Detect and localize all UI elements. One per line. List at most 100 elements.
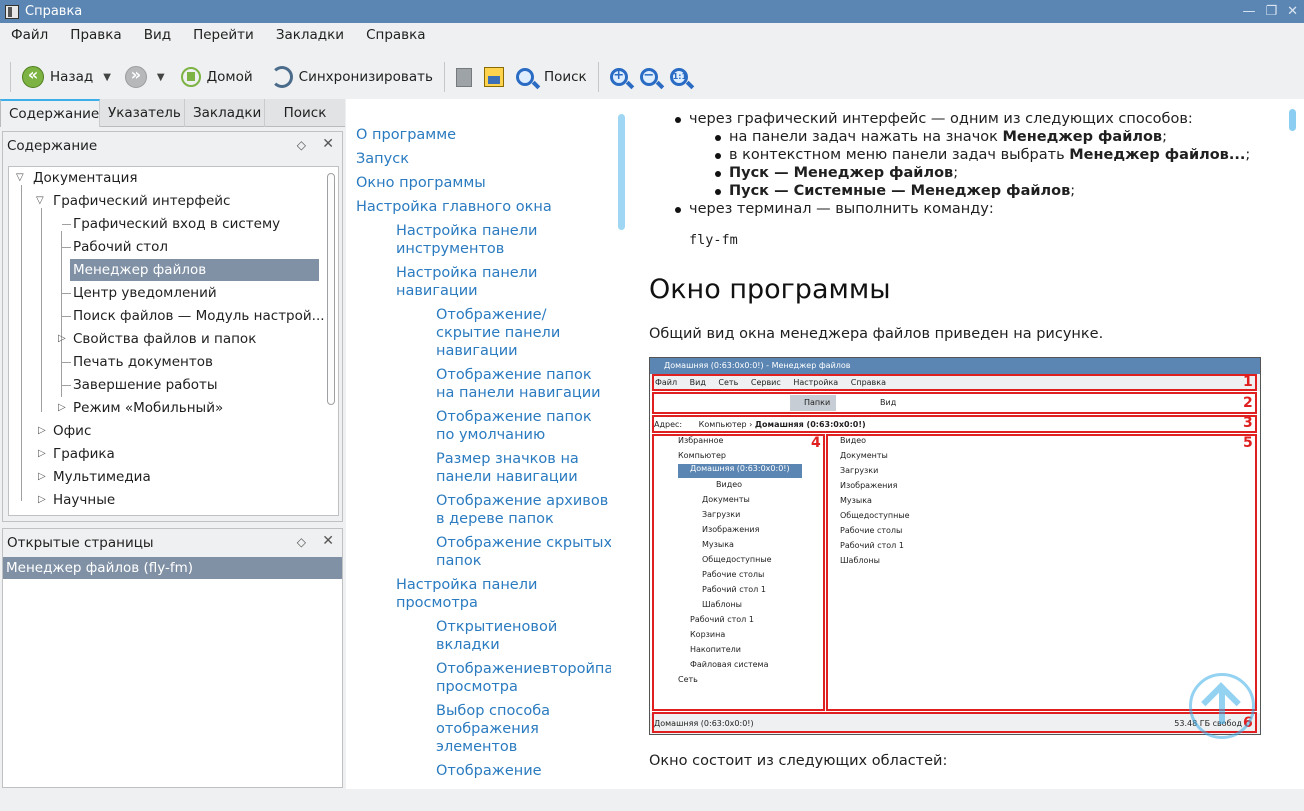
toc-link[interactable]: просмотра [436,678,518,696]
open-page-item[interactable]: Менеджер файлов (fly-fm) [3,557,342,579]
toc-link[interactable]: Отображение скрытых [436,534,611,552]
toc-link[interactable]: Настройка панели [396,222,537,240]
toc-link[interactable]: элементов [436,738,517,756]
contents-tree: ▽ Документация ▽ Графический интерфейс Г… [8,166,339,516]
back-button[interactable]: Назад [16,61,99,93]
toc-link[interactable]: Размер значков на [436,450,579,468]
tree-item-printing[interactable]: Печать документов [73,351,213,373]
toc-link[interactable]: Отображение архивов [436,492,608,510]
float-icon[interactable]: ◇ [297,138,306,152]
zoom-reset-button[interactable]: 1:1 [664,61,694,93]
toc-link[interactable]: Отображение [436,762,542,780]
tab-contents[interactable]: Содержание [0,99,100,127]
tree-scrollbar[interactable] [327,173,335,405]
toc-link[interactable]: Настройка главного окна [356,198,552,216]
menu-go[interactable]: Перейти [182,27,265,51]
toc-link[interactable]: панели навигации [436,468,578,486]
toc-link[interactable]: инструментов [396,240,504,258]
close-panel-icon[interactable]: ✕ [322,533,334,549]
forward-dropdown-icon[interactable]: ▼ [157,72,165,83]
toc-scrollbar[interactable] [611,99,637,789]
menu-help[interactable]: Справка [355,27,436,51]
document-icon [455,67,472,87]
toc-link[interactable]: отображения [436,720,539,738]
toc-link[interactable]: просмотра [396,594,478,612]
maximize-icon[interactable]: ❐ [1265,4,1277,19]
toc-link[interactable]: О программе [356,126,456,144]
title-bar: Справка — ❐ ✕ [0,0,1304,23]
sync-icon [270,66,293,88]
toc-link[interactable]: в дереве папок [436,510,554,528]
toc-link[interactable]: Выбор способа [436,702,550,720]
area-1 [652,374,1257,391]
toc-link[interactable]: Настройка панели [396,576,537,594]
search-button[interactable]: Поиск [510,61,593,93]
toc-link[interactable]: Отображениевторойпан [436,660,611,678]
toc-link[interactable]: на панели навигации [436,384,601,402]
tree-item-graphics[interactable]: Графика [53,443,115,465]
tab-bookmarks[interactable]: Закладки [185,99,265,127]
back-icon [22,65,44,88]
menu-bar: Файл Правка Вид Перейти Закладки Справка [0,27,437,51]
contents-panel: Содержание ◇ ✕ ▽ Документация ▽ Графичес… [2,131,343,522]
zoom-out-icon: − [639,68,658,86]
back-dropdown-icon[interactable]: ▼ [103,72,111,83]
forward-button[interactable] [119,61,153,93]
toc-link[interactable]: навигации [396,282,478,300]
sync-button[interactable]: Синхронизировать [265,61,439,93]
tree-item-science[interactable]: Научные [53,489,115,511]
tree-item-file-search[interactable]: Поиск файлов — Модуль настрой... [73,305,325,327]
toc-link[interactable]: Настройка панели [396,264,537,282]
float-icon[interactable]: ◇ [297,535,306,549]
minimize-icon[interactable]: — [1242,4,1255,19]
scroll-top-icon[interactable] [1189,673,1255,739]
menu-edit[interactable]: Правка [59,27,132,51]
toc-link[interactable]: Отображение папок [436,408,592,426]
toc-link[interactable]: по умолчанию [436,426,545,444]
bold-file-manager-dots: Менеджер файлов... [1069,147,1246,163]
tree-item-file-properties[interactable]: Свойства файлов и папок [73,328,256,350]
bold-start-system-fm: Пуск — Системные — Менеджер файлов [729,183,1071,199]
tab-search[interactable]: Поиск [265,99,345,127]
toc-link[interactable]: Отображение/ [436,306,546,324]
toc-link[interactable]: скрытие панели [436,324,560,342]
tree-item-mobile[interactable]: Режим «Мобильный» [73,397,223,419]
close-panel-icon[interactable]: ✕ [322,136,334,152]
zoom-in-button[interactable]: + [604,61,634,93]
menu-view[interactable]: Вид [133,27,182,51]
menu-file[interactable]: Файл [0,27,59,51]
copy-button[interactable] [450,61,478,93]
tree-item-file-manager[interactable]: Менеджер файлов [70,259,319,281]
bold-file-manager: Менеджер файлов [1002,129,1163,145]
close-icon[interactable]: ✕ [1287,4,1298,19]
tree-item-office[interactable]: Офис [53,420,91,442]
tree-item-shutdown[interactable]: Завершение работы [73,374,218,396]
tree-item-login[interactable]: Графический вход в систему [73,213,280,235]
tree-item-desktop[interactable]: Рабочий стол [73,236,168,258]
tree-item-gui[interactable]: Графический интерфейс [53,190,230,212]
figure-title: Домашняя (0:63:0x0:0!) - Менеджер файлов [650,358,1260,374]
sidebar: Содержание Указатель Закладки Поиск Соде… [0,99,345,789]
bold-start-fm: Пуск — Менеджер файлов [729,165,954,181]
sub-taskbar: на панели задач нажать на значок [729,129,1003,145]
toc-link[interactable]: вкладки [436,636,500,654]
tab-index[interactable]: Указатель [100,99,185,127]
print-button[interactable] [478,61,510,93]
tree-item-multimedia[interactable]: Мультимедиа [53,466,151,488]
toc-link[interactable]: Запуск [356,150,409,168]
command-code: fly-fm [689,232,738,248]
toc-link[interactable]: Окно программы [356,174,486,192]
tree-item-docs[interactable]: Документация [33,167,138,189]
area-2 [652,392,1257,414]
home-button[interactable]: Домой [175,61,259,93]
open-pages-panel: Открытые страницы ◇ ✕ Менеджер файлов (f… [2,528,343,788]
toc-link[interactable]: навигации [436,342,518,360]
bullet-terminal: через терминал — выполнить команду: [689,201,994,217]
toc-link[interactable]: Открытиеновой [436,618,557,636]
tree-item-notifications[interactable]: Центр уведомлений [73,282,217,304]
menu-bookmarks[interactable]: Закладки [265,27,355,51]
toc-link[interactable]: папок [436,552,481,570]
toc-link[interactable]: Отображение папок [436,366,592,384]
content-scrollbar[interactable] [1282,99,1304,789]
zoom-out-button[interactable]: − [634,61,664,93]
